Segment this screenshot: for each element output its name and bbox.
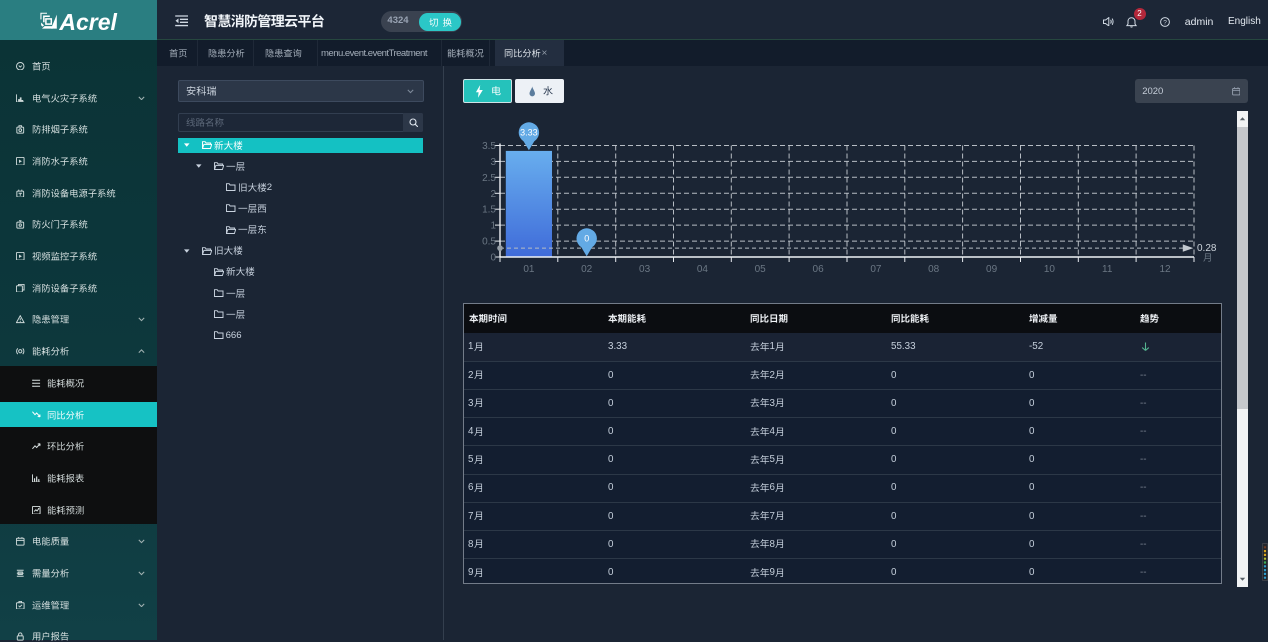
svg-text:12: 12 <box>1159 264 1171 275</box>
svg-text:?: ? <box>1163 19 1167 26</box>
svg-text:0: 0 <box>584 233 589 243</box>
svg-text:09: 09 <box>986 264 998 275</box>
svg-text:02: 02 <box>581 264 593 275</box>
svg-text:05: 05 <box>755 264 767 275</box>
svg-text:3: 3 <box>490 157 496 168</box>
svg-text:06: 06 <box>813 264 825 275</box>
svg-text:2.5: 2.5 <box>482 173 496 184</box>
svg-text:3.33: 3.33 <box>520 127 538 137</box>
svg-text:03: 03 <box>639 264 651 275</box>
svg-text:1.5: 1.5 <box>482 205 496 216</box>
svg-text:04: 04 <box>697 264 709 275</box>
svg-text:0: 0 <box>490 253 496 264</box>
svg-text:3.5: 3.5 <box>482 141 496 152</box>
svg-text:0.5: 0.5 <box>482 237 496 248</box>
svg-text:01: 01 <box>523 264 535 275</box>
svg-text:1: 1 <box>490 221 496 232</box>
svg-text:11: 11 <box>1102 264 1113 275</box>
svg-text:08: 08 <box>928 264 940 275</box>
svg-text:07: 07 <box>870 264 882 275</box>
svg-text:2: 2 <box>490 189 496 200</box>
svg-text:10: 10 <box>1044 264 1056 275</box>
